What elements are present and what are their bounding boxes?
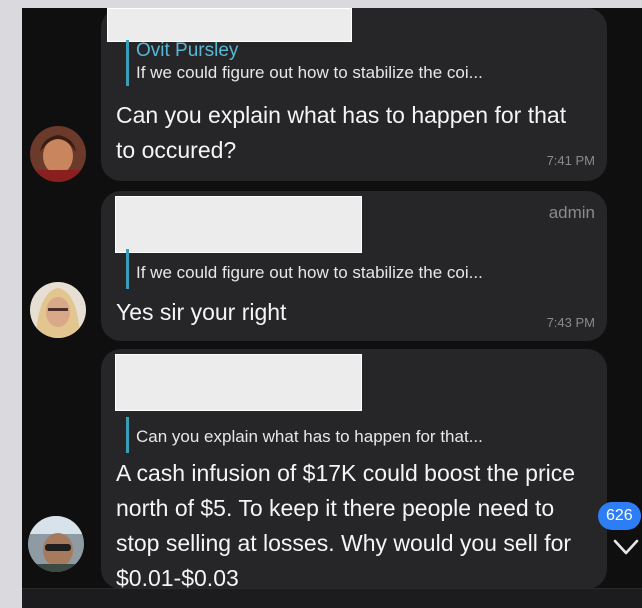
reply-author: Ovit Pursley [136, 40, 239, 61]
chevron-down-icon[interactable] [610, 532, 642, 562]
reply-quote[interactable]: Ovit Pursley If we could figure out how … [126, 40, 597, 86]
reply-quote[interactable]: If we could figure out how to stabilize … [126, 249, 597, 289]
message-time: 7:41 PM [546, 153, 595, 168]
chat-screen: Ovit Pursley If we could figure out how … [22, 8, 642, 608]
redacted-sender [115, 196, 362, 253]
message-text: Yes sir your right [116, 299, 287, 325]
message-time: 7:43 PM [546, 315, 595, 330]
redacted-sender [115, 354, 362, 411]
message-bubble[interactable]: admin If we could figure out how to stab… [101, 191, 607, 341]
reply-snippet: If we could figure out how to stabilize … [136, 63, 483, 82]
reply-snippet: Can you explain what has to happen for t… [136, 427, 483, 446]
message-bubble[interactable]: Ovit Pursley If we could figure out how … [101, 8, 607, 181]
redacted-sender [107, 8, 352, 42]
message-text: Can you explain what has to happen for t… [116, 102, 567, 163]
message-bubble[interactable]: Can you explain what has to happen for t… [101, 349, 607, 591]
unread-count-badge[interactable]: 626 [598, 502, 641, 530]
avatar[interactable] [30, 126, 86, 182]
message-text: A cash infusion of $17K could boost the … [116, 460, 576, 591]
message-input-bar[interactable] [22, 588, 642, 608]
reply-quote[interactable]: Can you explain what has to happen for t… [126, 417, 597, 453]
reply-snippet: If we could figure out how to stabilize … [136, 263, 483, 282]
avatar[interactable] [28, 516, 84, 572]
avatar[interactable] [30, 282, 86, 338]
admin-badge: admin [548, 203, 595, 222]
